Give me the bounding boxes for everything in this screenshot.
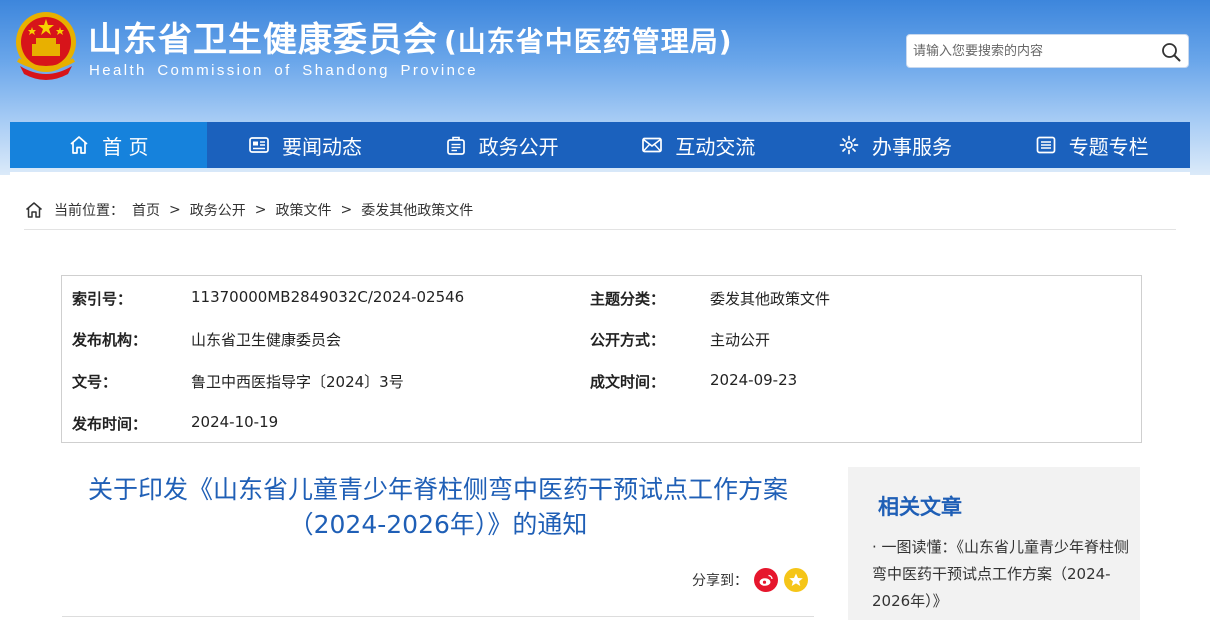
nav-label: 首 页 xyxy=(102,134,149,159)
issuer-value: 山东省卫生健康委员会 xyxy=(191,331,342,349)
list-icon xyxy=(1035,134,1057,156)
breadcrumb-separator: > xyxy=(169,202,181,218)
index-no-label: 索引号： xyxy=(72,290,133,308)
news-icon xyxy=(248,134,270,156)
article-title-line: （2024-2026年）》的通知 xyxy=(288,510,588,539)
nav-item-news[interactable]: 要闻动态 xyxy=(207,122,404,168)
breadcrumb-link-home[interactable]: 首页 xyxy=(132,200,160,220)
breadcrumb-link-other-policy-documents[interactable]: 委发其他政策文件 xyxy=(361,200,473,220)
qzone-icon[interactable] xyxy=(784,568,808,592)
doc-no-label: 文号： xyxy=(72,373,118,391)
site-title-main: 山东省卫生健康委员会 xyxy=(88,20,438,60)
breadcrumb-prefix: 当前位置： xyxy=(54,203,124,219)
disclosure-value: 主动公开 xyxy=(710,331,771,349)
breadcrumb-divider xyxy=(24,229,1176,230)
national-emblem-icon[interactable] xyxy=(12,10,80,82)
nav-item-services[interactable]: 办事服务 xyxy=(797,122,994,168)
index-no-value: 11370000MB2849032C/2024-02546 xyxy=(191,288,465,306)
weibo-icon[interactable] xyxy=(754,568,778,592)
topic-value: 委发其他政策文件 xyxy=(710,290,831,308)
nav-item-interaction[interactable]: 互动交流 xyxy=(600,122,797,168)
envelope-icon xyxy=(641,134,663,156)
issuer-label: 发布机构： xyxy=(72,331,148,349)
topic-label: 主题分类： xyxy=(590,290,666,308)
government-affairs-icon xyxy=(445,134,467,156)
breadcrumb: 当前位置： 首页 > 政务公开 > 政策文件 > 委发其他政策文件 xyxy=(24,198,473,222)
breadcrumb-separator: > xyxy=(254,202,267,218)
related-articles-title: 相关文章 xyxy=(878,495,962,519)
nav-label: 办事服务 xyxy=(872,134,953,159)
search-box xyxy=(906,34,1189,68)
disclosure-label: 公开方式： xyxy=(590,331,666,349)
doc-no-value: 鲁卫中西医指导字〔2024〕3号 xyxy=(191,373,404,391)
main-nav: 首 页 要闻动态 政务公开 互动交流 办事服务 专题专栏 xyxy=(10,122,1190,168)
document-metadata-table: 索引号： 11370000MB2849032C/2024-02546 主题分类：… xyxy=(61,275,1142,443)
breadcrumb-link-government-affairs[interactable]: 政务公开 xyxy=(190,200,246,220)
article-divider xyxy=(62,616,814,617)
home-icon xyxy=(68,134,90,156)
site-title: 山东省卫生健康委员会 (山东省中医药管理局) xyxy=(88,12,733,61)
home-icon xyxy=(26,202,42,218)
created-date-value: 2024-09-23 xyxy=(710,371,798,389)
created-date-label: 成文时间： xyxy=(590,373,666,391)
search-icon[interactable] xyxy=(1160,41,1182,63)
search-input[interactable] xyxy=(913,39,1153,63)
nav-item-government-affairs[interactable]: 政务公开 xyxy=(403,122,600,168)
nav-item-topics[interactable]: 专题专栏 xyxy=(993,122,1190,168)
article-title-line: 关于印发《山东省儿童青少年脊柱侧弯中医药干预试点工作方案 xyxy=(87,475,788,504)
article-title: 关于印发《山东省儿童青少年脊柱侧弯中医药干预试点工作方案 （2024-2026年… xyxy=(62,472,814,542)
share-label: 分享到： xyxy=(692,573,748,589)
site-title-sub: (山东省中医药管理局) xyxy=(444,25,733,58)
published-date-value: 2024-10-19 xyxy=(191,413,279,431)
site-english-name: Health Commission of Shandong Province xyxy=(89,62,479,79)
nav-item-home[interactable]: 首 页 xyxy=(10,122,207,168)
related-article-link[interactable]: · 一图读懂：《山东省儿童青少年脊柱侧弯中医药干预试点工作方案（2024-202… xyxy=(872,534,1138,615)
nav-label: 要闻动态 xyxy=(282,134,362,159)
nav-label: 互动交流 xyxy=(675,134,756,159)
nav-label: 政务公开 xyxy=(478,134,559,159)
breadcrumb-link-policy-documents[interactable]: 政策文件 xyxy=(275,200,331,220)
share-bar: 分享到： xyxy=(692,568,808,592)
nav-label: 专题专栏 xyxy=(1068,134,1149,159)
published-date-label: 发布时间： xyxy=(72,415,148,433)
breadcrumb-separator: > xyxy=(340,202,353,218)
service-icon xyxy=(838,134,860,156)
related-articles-panel: 相关文章 · 一图读懂：《山东省儿童青少年脊柱侧弯中医药干预试点工作方案（202… xyxy=(848,467,1140,620)
